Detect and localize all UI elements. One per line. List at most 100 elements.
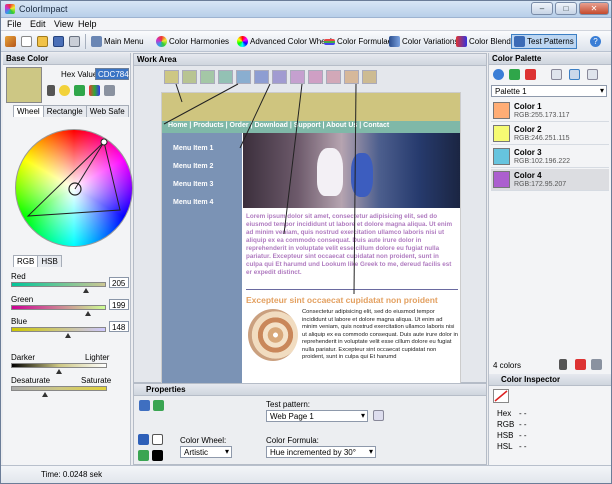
help-button[interactable]: ?	[590, 34, 601, 49]
color-wheel-value: Artistic	[184, 448, 208, 457]
color-variations-icon	[389, 36, 400, 47]
menu-help[interactable]: Help	[78, 19, 97, 29]
inspector-hex-value: - -	[519, 409, 527, 418]
color-formulae-button[interactable]: Color Formulae	[324, 34, 392, 49]
remove-color-icon[interactable]	[525, 69, 536, 80]
strip-color-cell[interactable]	[236, 70, 251, 84]
harmony-triangle	[26, 141, 121, 217]
test-pattern-select[interactable]: Web Page 1	[266, 410, 368, 422]
palette-select[interactable]: Palette 1	[491, 85, 607, 97]
inspector-hsb-value: - -	[519, 431, 527, 440]
add-color-icon[interactable]	[509, 69, 520, 80]
eyedropper-icon[interactable]	[47, 85, 55, 96]
new-button[interactable]	[21, 34, 32, 49]
save-button[interactable]	[53, 34, 64, 49]
eyedropper-icon[interactable]	[559, 359, 567, 370]
maximize-icon[interactable]: □	[555, 2, 577, 15]
exit-button[interactable]	[5, 34, 16, 49]
import-icon[interactable]	[153, 400, 164, 411]
red-slider[interactable]	[11, 282, 106, 287]
green-slider[interactable]	[11, 305, 106, 310]
no-color-icon	[494, 390, 508, 402]
smiley-icon[interactable]	[59, 85, 70, 96]
color-variations-button[interactable]: Color Variations	[389, 34, 458, 49]
palette-color-item[interactable]: Color 4 RGB:172.95.207	[491, 169, 609, 191]
menu-file[interactable]: File	[7, 19, 22, 29]
strip-color-cell[interactable]	[362, 70, 377, 84]
lightness-slider-thumb[interactable]	[56, 369, 62, 374]
close-icon[interactable]: ✕	[579, 2, 609, 15]
random-colors-icon[interactable]	[89, 85, 100, 96]
color-wheel-label: Color Wheel:	[180, 436, 227, 445]
wheel-handle[interactable]	[100, 138, 108, 146]
strip-color-cell[interactable]	[254, 70, 269, 84]
blue-value-input[interactable]: 148	[109, 321, 129, 332]
tab-wheel[interactable]: Wheel	[13, 105, 44, 117]
strip-color-cell[interactable]	[182, 70, 197, 84]
palette-color-rgb: RGB:255.173.117	[514, 112, 570, 119]
saturation-slider-thumb[interactable]	[42, 392, 48, 397]
view-details-icon[interactable]	[587, 69, 598, 80]
info-icon[interactable]	[493, 69, 504, 80]
properties-title: Properties	[146, 385, 186, 394]
red-slider-thumb[interactable]	[83, 288, 89, 293]
palette-color-swatch	[493, 148, 510, 165]
blue-slider[interactable]	[11, 327, 106, 332]
strip-color-cell[interactable]	[290, 70, 305, 84]
trash-icon[interactable]	[591, 359, 602, 370]
tab-web-safe[interactable]: Web Safe	[85, 105, 129, 117]
test-patterns-button[interactable]: Test Patterns	[511, 34, 577, 49]
menu-edit[interactable]: Edit	[30, 19, 46, 29]
blue-slider-thumb[interactable]	[65, 333, 71, 338]
saturation-slider[interactable]	[11, 386, 107, 391]
save-pattern-icon[interactable]	[139, 400, 150, 411]
background-color-swatch[interactable]	[152, 434, 163, 445]
green-value-input[interactable]: 199	[109, 299, 129, 310]
color-wheel-select[interactable]: Artistic	[180, 446, 232, 458]
view-list-icon[interactable]	[569, 69, 580, 80]
palette-color-item[interactable]: Color 1 RGB:255.173.117	[491, 100, 609, 122]
tab-rectangle[interactable]: Rectangle	[42, 105, 87, 117]
palette-color-item[interactable]: Color 3 RGB:102.196.222	[491, 146, 609, 168]
strip-color-cell[interactable]	[272, 70, 287, 84]
preview-photo	[243, 133, 460, 208]
minimize-icon[interactable]: –	[531, 2, 553, 15]
print-button[interactable]	[69, 34, 80, 49]
mode-tabs: RGB HSB	[13, 255, 62, 267]
color-wheel[interactable]	[15, 129, 133, 247]
palette-select-value: Palette 1	[495, 87, 527, 96]
strip-color-cell[interactable]	[218, 70, 233, 84]
pattern-options-icon[interactable]	[373, 410, 384, 421]
tab-hsb[interactable]: HSB	[37, 255, 62, 267]
palette-color-swatch	[493, 102, 510, 119]
strip-color-cell[interactable]	[344, 70, 359, 84]
green-slider-thumb[interactable]	[85, 311, 91, 316]
open-button[interactable]	[37, 34, 48, 49]
fill-bucket-icon[interactable]	[138, 434, 149, 445]
color-harmonies-button[interactable]: Color Harmonies	[156, 34, 229, 49]
menu-view[interactable]: View	[54, 19, 73, 29]
tab-rgb[interactable]: RGB	[13, 255, 39, 267]
hex-value-input[interactable]: CDC784	[95, 68, 129, 80]
pencil-icon[interactable]	[138, 450, 149, 461]
red-value-input[interactable]: 205	[109, 277, 129, 288]
strip-color-cell[interactable]	[164, 70, 179, 84]
color-harmonies-label: Color Harmonies	[169, 37, 230, 46]
strip-color-cell[interactable]	[308, 70, 323, 84]
arrow-right-icon[interactable]	[104, 85, 115, 96]
color-formula-select[interactable]: Hue incremented by 30°	[266, 446, 376, 458]
remove-icon[interactable]	[575, 359, 586, 370]
main-menu-button[interactable]: Main Menu	[91, 34, 144, 49]
palette-color-item[interactable]: Color 2 RGB:246.251.115	[491, 123, 609, 145]
arrow-left-icon[interactable]	[74, 85, 85, 96]
color-blender-button[interactable]: Color Blender	[456, 34, 518, 49]
foreground-color-swatch[interactable]	[152, 450, 163, 461]
strip-color-cell[interactable]	[200, 70, 215, 84]
lightness-slider[interactable]	[11, 363, 107, 368]
color-formula-value: Hue incremented by 30°	[270, 448, 356, 457]
app-icon	[5, 4, 15, 14]
strip-color-cell[interactable]	[326, 70, 341, 84]
advanced-color-wheel-button[interactable]: Advanced Color Wheel	[237, 34, 332, 49]
base-color-swatch[interactable]	[6, 67, 42, 103]
view-swatches-icon[interactable]	[551, 69, 562, 80]
